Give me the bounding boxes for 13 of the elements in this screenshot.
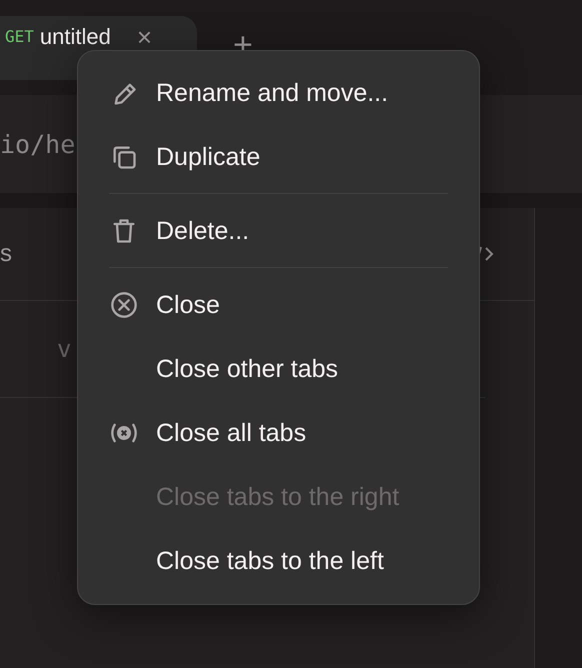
menu-item[interactable]: Close tabs to the left (156, 546, 384, 576)
close-icon[interactable]: × (136, 25, 152, 49)
method-label: GET (5, 26, 34, 48)
menu-item[interactable]: Close other tabs (156, 354, 338, 384)
menu-item[interactable]: Duplicate (156, 142, 260, 172)
menu-item[interactable]: Close all tabs (156, 418, 306, 448)
panel-tab[interactable]: s (0, 240, 12, 268)
url-field[interactable]: io/he (0, 130, 76, 158)
tab-title: untitled (40, 25, 111, 49)
menu-item[interactable]: Rename and move... (156, 78, 388, 108)
close-circle-icon (110, 291, 138, 319)
menu-item[interactable]: Close (156, 290, 220, 320)
menu-item[interactable]: Delete... (156, 216, 250, 246)
